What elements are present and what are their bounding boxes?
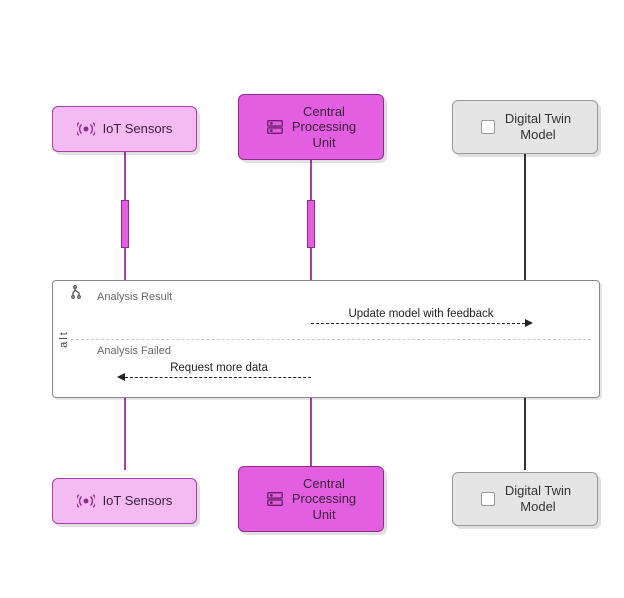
alt-tag: alt	[58, 330, 70, 348]
signal-icon	[77, 492, 95, 510]
actor-label: Digital Twin Model	[505, 111, 571, 142]
alt-fragment: alt Analysis Result Update model with fe…	[52, 280, 600, 398]
server-icon	[266, 490, 284, 508]
actor-cpu-bottom: Central Processing Unit	[238, 466, 384, 532]
actor-label: Digital Twin Model	[505, 483, 571, 514]
actor-twin-bottom: Digital Twin Model	[452, 472, 598, 526]
server-icon	[266, 118, 284, 136]
alt-divider	[71, 339, 591, 340]
square-icon	[479, 490, 497, 508]
alt-condition-2: Analysis Failed	[97, 345, 171, 357]
arrowhead-left-icon	[117, 373, 125, 381]
actor-label: Central Processing Unit	[292, 104, 356, 151]
actor-iot-sensors-bottom: IoT Sensors	[52, 478, 197, 524]
message-update-model	[311, 323, 525, 324]
branch-icon	[71, 285, 85, 304]
message-label-2: Request more data	[149, 362, 289, 374]
square-icon	[479, 118, 497, 136]
activation-sensors	[121, 200, 129, 248]
alt-condition-1: Analysis Result	[97, 291, 172, 303]
actor-twin-top: Digital Twin Model	[452, 100, 598, 154]
actor-label: IoT Sensors	[103, 493, 173, 509]
sequence-diagram: IoT Sensors Central Processing Unit Digi…	[0, 0, 624, 598]
actor-label: IoT Sensors	[103, 121, 173, 137]
message-label-1: Update model with feedback	[331, 308, 511, 320]
actor-cpu-top: Central Processing Unit	[238, 94, 384, 160]
actor-label: Central Processing Unit	[292, 476, 356, 523]
message-request-more-data	[125, 377, 311, 378]
activation-cpu	[307, 200, 315, 248]
actor-iot-sensors-top: IoT Sensors	[52, 106, 197, 152]
signal-icon	[77, 120, 95, 138]
arrowhead-right-icon	[525, 319, 533, 327]
